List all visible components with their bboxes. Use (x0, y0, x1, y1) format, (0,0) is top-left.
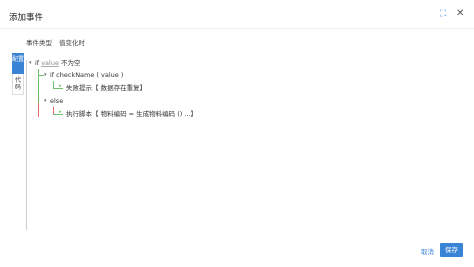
exec-script-node[interactable]: 执行脚本【 物料编码 = 生成物料编码 () ...】 (66, 110, 197, 119)
arrow-right-icon: ▸ (59, 83, 62, 89)
if-condition: 不为空 (61, 59, 81, 67)
expand-icon[interactable]: ⛶ (440, 8, 446, 20)
else-node[interactable]: else (50, 97, 63, 106)
collapse-if-icon[interactable]: ▾ (29, 59, 32, 68)
dialog-title: 添加事件 (9, 13, 44, 23)
collapse-nested-if-icon[interactable]: ▾ (44, 71, 47, 80)
if-else-branch-line (38, 103, 39, 117)
tab-code[interactable]: 代码 (12, 74, 24, 95)
tab-config[interactable]: 配置 (12, 53, 24, 74)
if-variable[interactable]: value (41, 59, 59, 67)
collapse-else-icon[interactable]: ▾ (44, 97, 47, 106)
fail-tip-node[interactable]: 失败提示【 数据存在重复】 (66, 84, 146, 93)
arrow-right-icon: ▸ (59, 109, 62, 115)
header-divider (0, 28, 474, 29)
if-node[interactable]: if value 不为空 (35, 59, 81, 68)
nested-if-node[interactable]: if checkName ( value ) (50, 71, 123, 80)
close-icon[interactable]: ✕ (456, 8, 464, 20)
if-keyword: if (35, 59, 40, 67)
tree-root-line (26, 60, 27, 230)
cancel-button[interactable]: 取消 (421, 246, 434, 256)
save-button[interactable]: 保存 (440, 243, 463, 257)
event-type-value[interactable]: 值变化时 (59, 37, 85, 47)
event-type-label: 事件类型 (26, 39, 52, 47)
add-event-dialog: 添加事件 ⛶ ✕ 事件类型 值变化时 配置 代码 ▾ if value 不为空 … (0, 0, 474, 267)
